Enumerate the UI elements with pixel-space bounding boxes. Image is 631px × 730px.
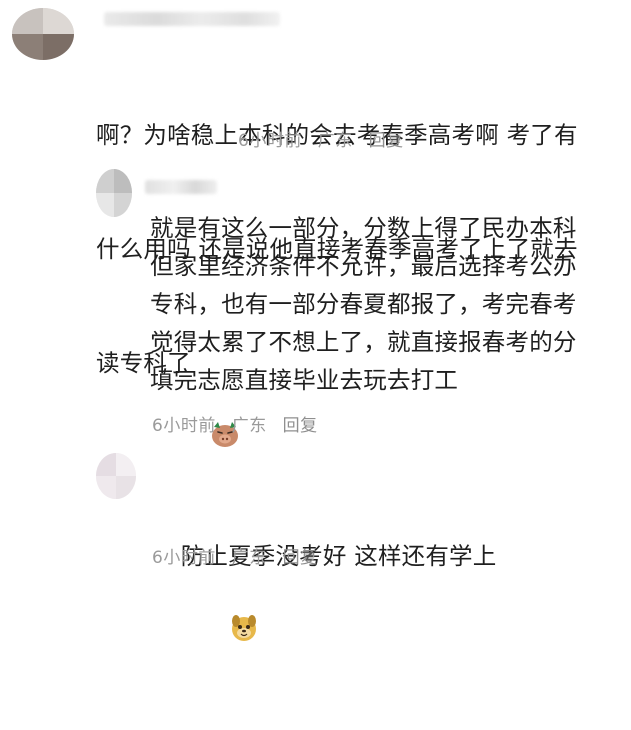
username-blurred[interactable] — [104, 12, 280, 26]
avatar-blur-block — [116, 453, 136, 476]
comment-location: 广东 — [231, 416, 267, 436]
avatar-blur-block — [96, 453, 116, 476]
reply-button[interactable]: 回复 — [283, 416, 318, 436]
comment-2: 就是有这么一部分，分数上得了民办本科 但家里经济条件不允许，最后选择考公办 专科… — [0, 165, 631, 445]
avatar-blur-block — [116, 476, 136, 499]
avatar-blur-block — [43, 34, 74, 60]
avatar-blur-block — [12, 8, 43, 34]
reply-button[interactable]: 回复 — [283, 548, 318, 568]
avatar[interactable] — [12, 8, 74, 60]
comment-meta: 6小时前 广东 回复 — [152, 543, 328, 568]
avatar[interactable] — [96, 453, 136, 499]
comment-time: 6小时前 — [238, 131, 302, 151]
avatar-blur-block — [114, 169, 132, 193]
avatar-blur-block — [12, 34, 43, 60]
dog-face-emoji-icon — [183, 575, 259, 692]
avatar-blur-block — [43, 8, 74, 34]
comment-location: 广东 — [231, 548, 267, 568]
reply-button[interactable]: 回复 — [369, 131, 404, 151]
avatar-blur-block — [96, 476, 116, 499]
avatar-blur-block — [96, 193, 114, 217]
comment-1: 啊？为啥稳上本科的会去考春季高考啊 考了有 什么用吗 还是说他直接考春季高考了上… — [0, 0, 631, 447]
comment-meta: 6小时前 广东 回复 — [152, 411, 328, 436]
comment-text: 就是有这么一部分，分数上得了民办本科 但家里经济条件不允许，最后选择考公办 专科… — [150, 214, 577, 394]
comment-time: 6小时前 — [152, 548, 216, 568]
comment-time: 6小时前 — [152, 416, 216, 436]
avatar[interactable] — [96, 169, 132, 217]
comment-text: 防止夏季没考好 这样还有学上 — [150, 499, 610, 730]
avatar-blur-block — [114, 193, 132, 217]
username-blurred[interactable] — [145, 180, 217, 194]
avatar-blur-block — [96, 169, 114, 193]
comment-meta: 6小时前 广东 回复 — [238, 126, 414, 151]
comment-3: 防止夏季没考好 这样还有学上 6小时前 广东 回复 — [0, 445, 631, 641]
comment-location: 广东 — [317, 131, 353, 151]
